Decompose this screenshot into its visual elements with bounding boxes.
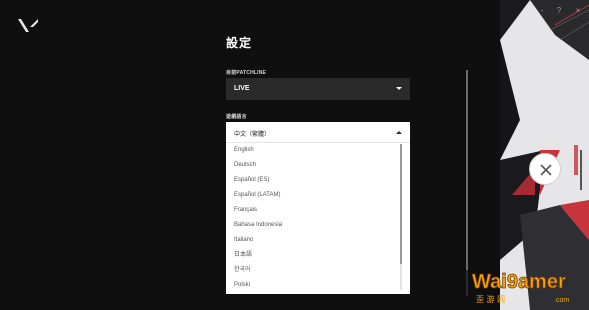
close-window-button[interactable]: × xyxy=(572,6,584,16)
language-option[interactable]: Deutsch xyxy=(226,158,402,173)
help-button[interactable]: ? xyxy=(553,6,565,16)
language-option[interactable]: 日本語 xyxy=(226,248,402,263)
close-settings-button[interactable] xyxy=(529,153,561,185)
settings-scroll-thumb[interactable] xyxy=(466,70,468,270)
close-icon xyxy=(540,164,552,176)
page-title: 設定 xyxy=(226,36,253,50)
chevron-down-icon xyxy=(396,87,402,90)
language-option-list: English Deutsch Español (ES) Español (LA… xyxy=(226,143,402,293)
svg-text:歪 游 网: 歪 游 网 xyxy=(476,294,505,304)
svg-text:.com: .com xyxy=(554,297,569,304)
language-select[interactable]: 中文（繁體） xyxy=(226,122,410,143)
language-option[interactable]: English xyxy=(226,143,402,158)
minimize-button[interactable]: - xyxy=(536,6,548,16)
language-option[interactable]: Italiano xyxy=(226,233,402,248)
patchline-select[interactable]: LIVE xyxy=(226,78,410,100)
valorant-logo-icon xyxy=(18,19,38,32)
language-option[interactable]: Español (LATAM) xyxy=(226,188,402,203)
language-list-scrollbar[interactable] xyxy=(400,144,402,290)
language-option[interactable]: 한국어 xyxy=(226,263,402,278)
settings-scrollbar[interactable] xyxy=(466,70,468,296)
language-option[interactable]: Bahasa Indonesia xyxy=(226,218,402,233)
watermark-logo: Wai9amer 歪 游 网 .com xyxy=(472,271,570,304)
patchline-value: LIVE xyxy=(234,85,250,92)
patchline-label: 目前PATCHLINE xyxy=(226,70,267,76)
language-option[interactable]: Español (ES) xyxy=(226,173,402,188)
language-option[interactable]: Polski xyxy=(226,278,402,293)
chevron-up-icon xyxy=(396,131,402,134)
language-list-scroll-thumb[interactable] xyxy=(400,144,402,264)
settings-window: 設定 目前PATCHLINE LIVE 遊戲語言 中文（繁體） English … xyxy=(0,0,589,310)
language-option[interactable]: Français xyxy=(226,203,402,218)
language-selected-value: 中文（繁體） xyxy=(234,132,271,138)
svg-text:Wai9amer: Wai9amer xyxy=(472,271,566,293)
language-label: 遊戲語言 xyxy=(226,114,247,120)
language-dropdown[interactable]: 中文（繁體） English Deutsch Español (ES) Espa… xyxy=(226,122,410,294)
